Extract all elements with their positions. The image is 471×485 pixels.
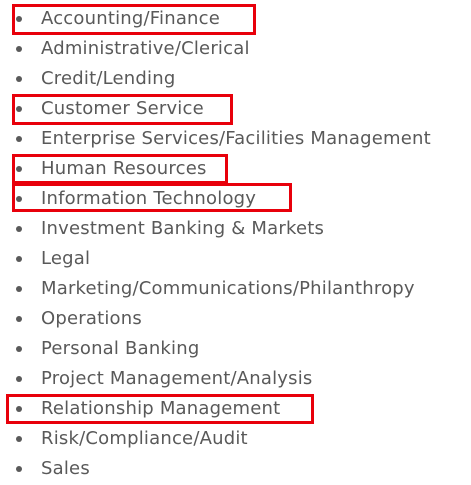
list-item-label: Marketing/Communications/Philanthropy [41,278,415,299]
bullet-icon [16,316,22,322]
list-item-sales[interactable]: Sales [0,454,471,484]
list-item-label: Legal [41,248,91,269]
list-item-operations[interactable]: Operations [0,304,471,334]
bullet-icon [16,226,22,232]
list-item-credit-lending[interactable]: Credit/Lending [0,64,471,94]
bullet-icon [16,136,22,142]
list-item-label: Human Resources [41,158,207,179]
bullet-icon [16,196,22,202]
bullet-icon [16,346,22,352]
list-item-accounting-finance[interactable]: Accounting/Finance [0,4,471,34]
list-item-relationship-management[interactable]: Relationship Management [0,394,471,424]
list-item-label: Administrative/Clerical [41,38,250,59]
list-item-label: Sales [41,458,90,479]
list-item-label: Investment Banking & Markets [41,218,325,239]
list-item-customer-service[interactable]: Customer Service [0,94,471,124]
list-item-label: Risk/Compliance/Audit [41,428,248,449]
list-item-label: Customer Service [41,98,204,119]
list-item-human-resources[interactable]: Human Resources [0,154,471,184]
list-item-label: Credit/Lending [41,68,176,89]
list-item-label: Project Management/Analysis [41,368,313,389]
list-item-investment-banking[interactable]: Investment Banking & Markets [0,214,471,244]
bullet-icon [16,466,22,472]
job-category-list: Accounting/Finance Administrative/Cleric… [0,4,471,484]
list-item-label: Information Technology [41,188,257,209]
list-item-label: Enterprise Services/Facilities Managemen… [41,128,431,149]
bullet-icon [16,76,22,82]
list-item-label: Accounting/Finance [41,8,221,29]
bullet-icon [16,376,22,382]
list-item-administrative-clerical[interactable]: Administrative/Clerical [0,34,471,64]
list-item-project-management[interactable]: Project Management/Analysis [0,364,471,394]
list-item-legal[interactable]: Legal [0,244,471,274]
list-item-information-technology[interactable]: Information Technology [0,184,471,214]
list-item-label: Relationship Management [41,398,281,419]
bullet-icon [16,436,22,442]
list-item-marketing[interactable]: Marketing/Communications/Philanthropy [0,274,471,304]
list-item-personal-banking[interactable]: Personal Banking [0,334,471,364]
bullet-icon [16,406,22,412]
list-item-risk-compliance[interactable]: Risk/Compliance/Audit [0,424,471,454]
list-item-label: Personal Banking [41,338,200,359]
bullet-icon [16,286,22,292]
bullet-icon [16,106,22,112]
bullet-icon [16,46,22,52]
list-item-label: Operations [41,308,142,329]
list-item-enterprise-services[interactable]: Enterprise Services/Facilities Managemen… [0,124,471,154]
bullet-icon [16,16,22,22]
bullet-icon [16,256,22,262]
bullet-icon [16,166,22,172]
